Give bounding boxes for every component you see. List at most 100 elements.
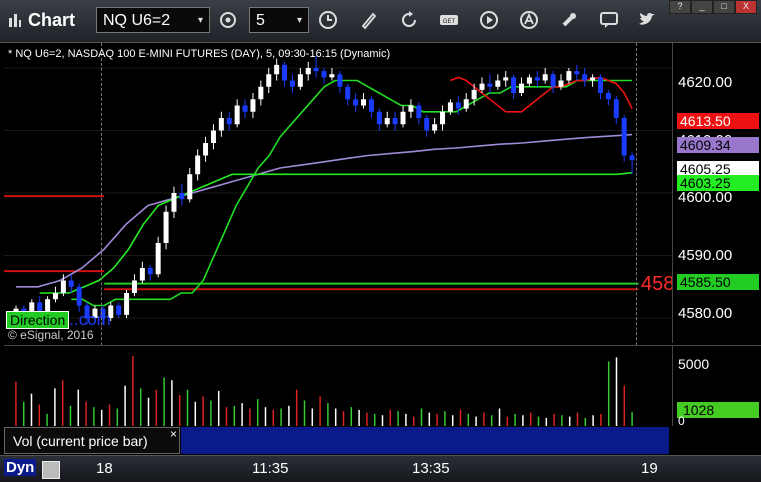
candle-body [171,193,177,212]
candle-body [179,193,185,200]
chevron-down-icon[interactable]: ▾ [198,8,203,34]
pencil-icon[interactable] [358,9,380,31]
price-axis[interactable]: 4620.00 4610.00 4600.00 4590.00 4580.00 … [672,43,761,343]
close-icon[interactable]: × [170,427,177,441]
candle-body [519,83,525,93]
candle-body [131,280,137,293]
candle-body [187,174,193,200]
candle-body [76,286,82,306]
candle-body [447,102,453,112]
ma-red-line [450,76,633,113]
candle-body [582,74,588,81]
interval-combo[interactable]: 5 ▾ [249,7,309,33]
candle-body [195,155,201,175]
volume-study-tab[interactable]: Vol (current price bar) [4,427,180,454]
candle-body [629,155,635,161]
copyright: © eSignal, 2016 [8,328,94,342]
time-axis[interactable]: Dyn 18 11:35 13:35 19 [0,455,761,482]
watermark-tail: ..com [69,310,111,329]
clock-icon[interactable] [317,9,339,31]
candle-body [124,293,130,315]
candle-body [242,105,248,112]
volume-study-label: Vol (current price bar) [13,433,148,449]
candle-body [313,68,319,72]
play-icon[interactable] [478,9,500,31]
app-title: Chart [28,10,76,30]
candle-body [376,111,382,125]
candle-body [368,99,374,112]
candle-body [353,99,359,106]
candle-body [566,71,572,81]
candle-body [471,89,477,100]
volume-tick-label: 5000 [678,356,710,372]
candle-body [463,99,469,109]
candle-body [424,118,430,131]
candle-body [621,118,627,156]
study-tab-row: Vol (current price bar) × [0,427,761,455]
chevron-down-icon[interactable]: ▾ [297,8,302,34]
candle-body [266,74,272,87]
volume-axis[interactable]: 5000 1028 0 [672,345,761,428]
candle-body [218,118,224,131]
candle-body [479,83,485,90]
interval-value: 5 [256,12,265,29]
candle-body [305,68,311,75]
chart-app-icon [9,14,21,27]
tab-row-fill [181,427,669,454]
candle-body [258,86,264,100]
candle-body [440,111,446,125]
minimize-button[interactable]: _ [691,0,713,14]
price-chart[interactable] [4,43,672,343]
price-tick-label: 4580.00 [678,305,733,322]
candle-body [392,118,398,125]
candle-body [550,74,556,87]
link-icon[interactable] [558,9,580,31]
candle-body [384,118,390,125]
candle-body [400,111,406,125]
alert-icon[interactable] [518,9,540,31]
watermark: Direction ..com [6,310,111,330]
candle-body [511,77,517,93]
refresh-icon[interactable] [398,9,420,31]
dynamic-mode-label[interactable]: Dyn [4,459,37,476]
price-tick-label: 4600.00 [678,189,733,206]
candle-body [68,280,74,287]
candle-body [297,74,303,87]
candle-body [526,77,532,84]
candle-body [52,293,58,300]
chart-legend-header: * NQ U6=2, NASDAQ 100 E-MINI FUTURES (DA… [8,48,391,60]
candle-body [337,74,343,87]
close-button[interactable]: X [735,0,757,14]
ma-green-slow-line [39,171,633,294]
twitter-icon[interactable] [636,9,658,31]
purple-ma-tag: 4609.34 [677,137,759,153]
candle-body [345,86,351,100]
get-icon[interactable]: GET [438,9,460,31]
candle-body [597,77,603,93]
time-label: 13:35 [412,460,450,477]
settings-icon[interactable] [217,9,239,31]
candle-body [203,143,209,156]
last-red-ma-tag: 4613.50 [677,113,759,129]
maximize-button[interactable]: □ [713,0,735,14]
lock-icon[interactable] [42,461,60,479]
time-label: 11:35 [252,460,289,477]
price-tick-label: 4620.00 [678,74,733,91]
candle-body [155,243,161,275]
candle-body [542,74,548,81]
volume-chart[interactable] [4,345,672,426]
price-tick-label: 4590.00 [678,247,733,264]
toolbar: Chart NQ U6=2 ▾ 5 ▾ GET ? _ □ X [0,0,761,43]
candle-body [503,77,509,81]
candle-body [116,305,122,315]
candle-body [226,118,232,125]
candle-body [60,280,66,293]
candle-body [487,83,493,87]
candle-body [289,80,295,87]
comment-icon[interactable] [598,9,620,31]
watermark-box: Direction [6,311,70,329]
volume-value-tag: 1028 [677,402,759,418]
candle-body [210,130,216,143]
help-button[interactable]: ? [669,0,691,14]
symbol-combo[interactable]: NQ U6=2 ▾ [96,7,210,33]
